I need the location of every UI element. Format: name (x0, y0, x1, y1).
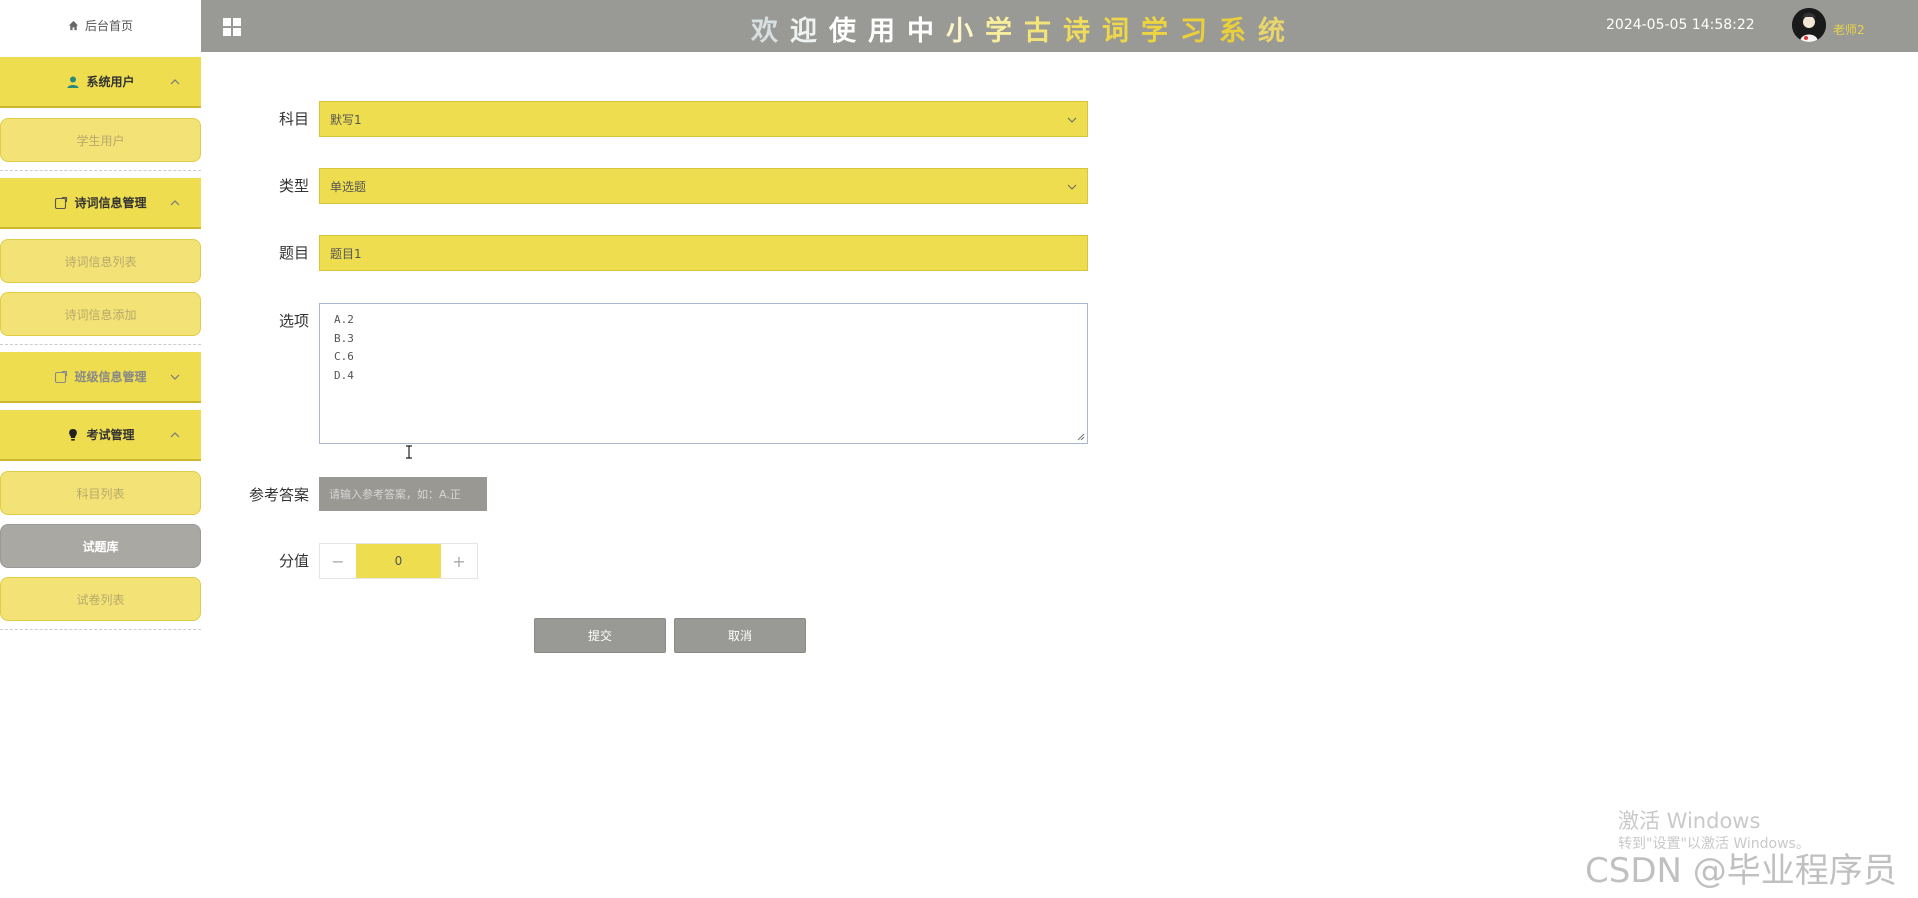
top-header: 欢迎使用中小学古诗词学习系统 2024-05-05 14:58:22 老师2 (201, 0, 1918, 52)
sidebar-group-label: 考试管理 (86, 428, 135, 442)
form-row-score: 分值 − 0 + (201, 543, 478, 579)
chevron-up-icon (170, 199, 180, 205)
sidebar-item-label: 诗词信息列表 (64, 254, 137, 269)
type-select-value: 单选题 (330, 179, 367, 194)
increment-button[interactable]: + (441, 544, 477, 578)
sidebar-item-poetry-add[interactable]: 诗词信息添加 (0, 292, 201, 336)
form-row-question: 题目 题目1 (201, 235, 1088, 271)
sidebar-item-label: 试题库 (82, 539, 119, 554)
score-label: 分值 (278, 552, 309, 570)
sidebar-sublist: 学生用户 (0, 118, 201, 171)
question-input[interactable]: 题目1 (319, 235, 1088, 271)
option-line: C.6 (334, 350, 354, 363)
form-row-answer: 参考答案 请输入参考答案，如：A.正 (201, 477, 487, 513)
sidebar-item-label: 科目列表 (76, 486, 125, 501)
sidebar: 后台首页 系统用户 学生用户 诗词信息管理 诗词信息列表 诗词信息添加 班级信息… (0, 0, 201, 898)
type-label: 类型 (278, 177, 309, 195)
header-datetime: 2024-05-05 14:58:22 (1606, 17, 1755, 33)
sidebar-group-poetry: 诗词信息管理 诗词信息列表 诗词信息添加 (0, 178, 201, 345)
option-line: A.2 (334, 313, 354, 326)
title-char: 中 (907, 16, 946, 47)
score-stepper: − 0 + (319, 543, 478, 579)
sidebar-group-exam: 考试管理 科目列表 试题库 试卷列表 (0, 410, 201, 630)
title-char: 系 (1219, 16, 1258, 47)
sidebar-item-poetry-list[interactable]: 诗词信息列表 (0, 239, 201, 283)
title-char: 古 (1024, 16, 1063, 47)
sidebar-group-label: 诗词信息管理 (74, 196, 147, 210)
title-char: 迎 (790, 16, 829, 47)
subject-label: 科目 (278, 110, 309, 128)
sidebar-item-label: 诗词信息添加 (64, 307, 137, 322)
score-value[interactable]: 0 (356, 544, 441, 578)
form-row-options: 选项 A.2 B.3 C.6 D.4 (201, 303, 1088, 444)
sidebar-group-header-exam[interactable]: 考试管理 (0, 410, 201, 461)
answer-input[interactable]: 请输入参考答案，如：A.正 (319, 477, 487, 511)
edit-icon (54, 196, 68, 210)
sidebar-group-header-system-users[interactable]: 系统用户 (0, 57, 201, 108)
form-row-subject: 科目 默写1 (201, 101, 1088, 137)
sidebar-home-link[interactable]: 后台首页 (0, 0, 201, 50)
subject-select-value: 默写1 (330, 112, 362, 127)
sidebar-item-student-users[interactable]: 学生用户 (0, 118, 201, 162)
sidebar-group-header-class[interactable]: 班级信息管理 (0, 352, 201, 403)
question-form: 科目 默写1 类型 单选题 题目 题目1 选项 A.2 B.3 C.6 D.4 … (201, 52, 1918, 898)
option-line: B.3 (334, 331, 354, 345)
cancel-button[interactable]: 取消 (674, 618, 806, 653)
chevron-up-icon (170, 78, 180, 84)
form-row-type: 类型 单选题 (201, 168, 1088, 204)
avatar[interactable] (1792, 8, 1826, 42)
title-char: 用 (868, 16, 907, 47)
answer-label: 参考答案 (248, 486, 309, 504)
grid-menu-icon[interactable] (222, 17, 242, 37)
options-textarea[interactable]: A.2 B.3 C.6 D.4 (319, 303, 1088, 444)
chevron-down-icon (1067, 184, 1077, 190)
sidebar-group-label: 系统用户 (86, 75, 135, 89)
sidebar-item-subject-list[interactable]: 科目列表 (0, 471, 201, 515)
title-char: 学 (1141, 16, 1180, 47)
text-cursor-icon (406, 445, 412, 459)
sidebar-group-system-users: 系统用户 学生用户 (0, 57, 201, 171)
options-label: 选项 (278, 312, 309, 330)
resize-grip-icon[interactable] (1076, 432, 1085, 441)
sidebar-item-question-bank[interactable]: 试题库 (0, 524, 201, 568)
title-char: 小 (946, 16, 985, 47)
csdn-watermark: CSDN @毕业程序员 (1585, 851, 1897, 891)
title-char: 使 (829, 16, 868, 47)
subject-select[interactable]: 默写1 (319, 101, 1088, 137)
sidebar-group-label: 班级信息管理 (74, 370, 147, 384)
chevron-up-icon (170, 431, 180, 437)
home-icon (68, 20, 79, 30)
bulb-icon (66, 428, 80, 442)
title-char: 习 (1180, 16, 1219, 47)
sidebar-group-header-poetry[interactable]: 诗词信息管理 (0, 178, 201, 229)
sidebar-sublist: 诗词信息列表 诗词信息添加 (0, 239, 201, 345)
sidebar-item-paper-list[interactable]: 试卷列表 (0, 577, 201, 621)
header-username[interactable]: 老师2 (1833, 21, 1865, 38)
sidebar-home-label: 后台首页 (84, 18, 133, 33)
title-char: 词 (1102, 16, 1141, 47)
sidebar-item-label: 学生用户 (76, 133, 125, 148)
user-icon (66, 75, 80, 89)
title-char: 统 (1258, 16, 1297, 47)
title-char: 学 (985, 16, 1024, 47)
windows-activate-title: 激活 Windows (1618, 809, 1761, 833)
title-char: 欢 (751, 16, 790, 47)
sidebar-sublist: 科目列表 试题库 试卷列表 (0, 471, 201, 630)
option-line: D.4 (334, 368, 354, 382)
chevron-down-icon (170, 374, 180, 380)
sidebar-group-class: 班级信息管理 (0, 352, 201, 403)
page-title: 欢迎使用中小学古诗词学习系统 (751, 9, 1297, 48)
title-char: 诗 (1063, 16, 1102, 47)
sidebar-item-label: 试卷列表 (76, 592, 125, 607)
submit-button[interactable]: 提交 (534, 618, 666, 653)
question-input-value: 题目1 (330, 246, 362, 261)
question-label: 题目 (278, 244, 309, 262)
type-select[interactable]: 单选题 (319, 168, 1088, 204)
edit-icon (54, 370, 68, 384)
decrement-button[interactable]: − (320, 544, 356, 578)
chevron-down-icon (1067, 117, 1077, 123)
answer-placeholder: 请输入参考答案，如：A.正 (329, 488, 461, 501)
